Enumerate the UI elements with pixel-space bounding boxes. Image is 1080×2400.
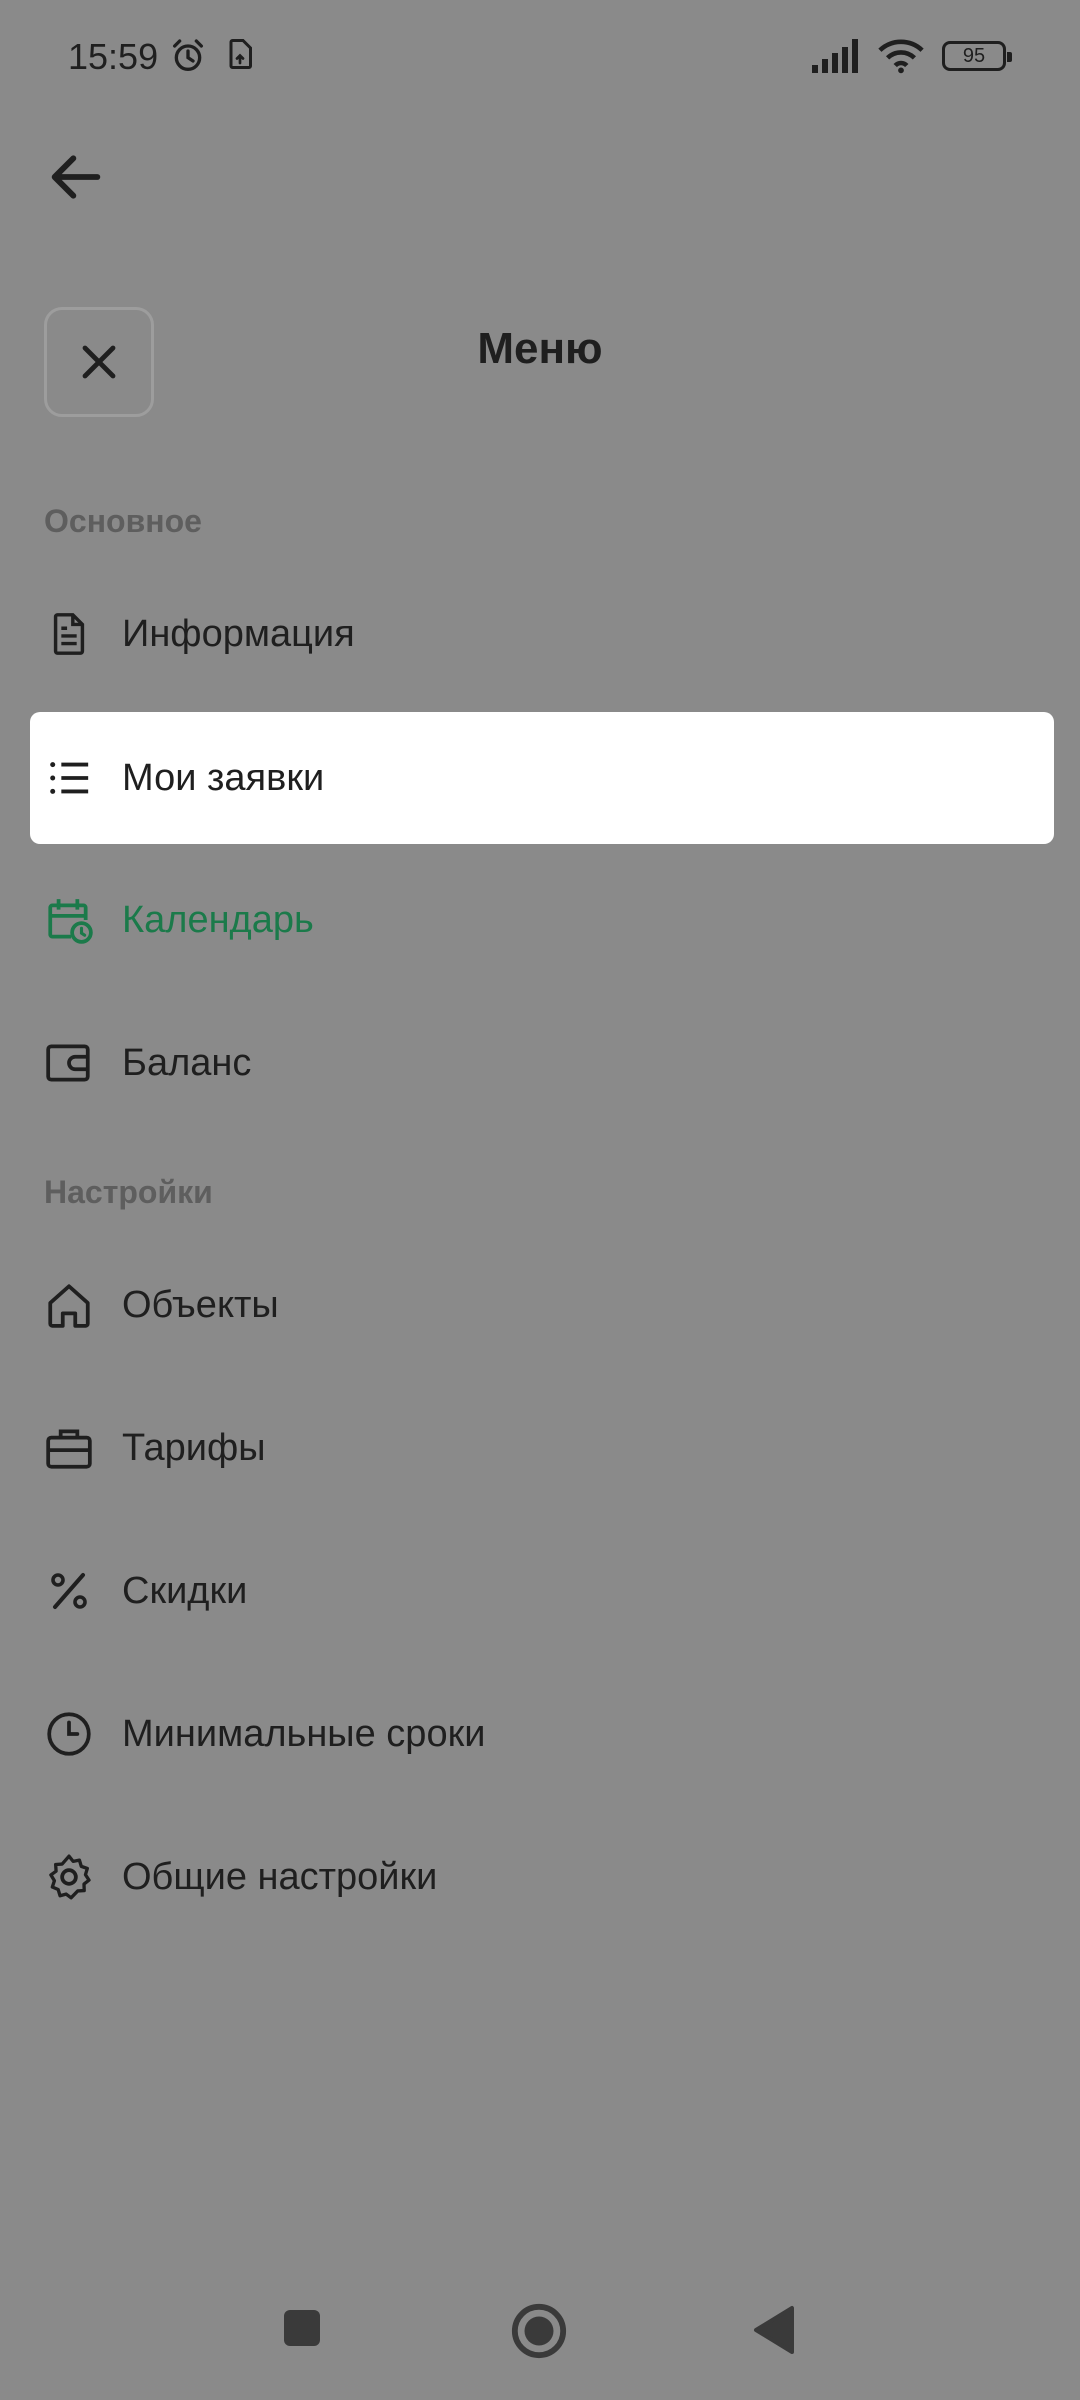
menu-item-label: Календарь xyxy=(122,898,314,941)
menu-item-calendar[interactable]: Календарь xyxy=(30,854,1054,986)
wifi-icon xyxy=(878,39,924,74)
menu-item-general-settings[interactable]: Общие настройки xyxy=(30,1811,1054,1943)
triangle-back-icon xyxy=(754,2306,794,2354)
clock-icon xyxy=(44,1709,94,1759)
menu-item-label: Объекты xyxy=(122,1283,279,1326)
menu-item-min-terms[interactable]: Минимальные сроки xyxy=(30,1668,1054,1800)
back-button[interactable] xyxy=(44,145,108,209)
document-icon xyxy=(44,609,94,659)
system-nav-bar xyxy=(0,2280,1080,2400)
battery-indicator: 95 xyxy=(942,41,1012,71)
menu-item-information[interactable]: Информация xyxy=(30,568,1054,700)
menu-item-balance[interactable]: Баланс xyxy=(30,997,1054,1129)
gear-icon xyxy=(44,1852,94,1902)
menu-item-objects[interactable]: Объекты xyxy=(30,1239,1054,1371)
menu-item-label: Общие настройки xyxy=(122,1855,438,1898)
square-icon xyxy=(284,2310,320,2346)
menu-item-label: Баланс xyxy=(122,1041,252,1084)
status-right: 95 xyxy=(812,38,1012,74)
status-time: 15:59 xyxy=(68,36,159,77)
file-sync-icon xyxy=(229,39,252,69)
menu-item-label: Минимальные сроки xyxy=(122,1712,486,1755)
percent-icon xyxy=(44,1566,94,1616)
menu-item-discounts[interactable]: Скидки xyxy=(30,1525,1054,1657)
status-left-icons xyxy=(168,36,258,76)
page-title: Меню xyxy=(477,324,603,373)
list-icon xyxy=(44,753,94,803)
signal-icon xyxy=(812,39,858,73)
menu-item-my-requests[interactable]: Мои заявки xyxy=(30,712,1054,844)
wallet-icon xyxy=(44,1038,94,1088)
alarm-icon xyxy=(173,39,203,71)
briefcase-icon xyxy=(44,1423,94,1473)
calendar-clock-icon xyxy=(44,895,94,945)
section-label-main: Основное xyxy=(44,503,202,539)
home-icon xyxy=(44,1280,94,1330)
menu-item-label: Тарифы xyxy=(122,1426,266,1469)
recents-button[interactable] xyxy=(282,2308,322,2353)
home-circle-icon xyxy=(511,2303,567,2359)
menu-item-label: Информация xyxy=(122,612,355,655)
menu-item-label: Скидки xyxy=(122,1569,248,1612)
status-bar: 15:59 95 xyxy=(0,0,1080,120)
arrow-left-icon xyxy=(51,155,101,199)
menu-item-label: Мои заявки xyxy=(122,756,325,799)
menu-item-tariffs[interactable]: Тарифы xyxy=(30,1382,1054,1514)
section-label-settings: Настройки xyxy=(44,1174,213,1210)
home-button[interactable] xyxy=(510,2302,568,2365)
back-nav-button[interactable] xyxy=(752,2304,796,2361)
